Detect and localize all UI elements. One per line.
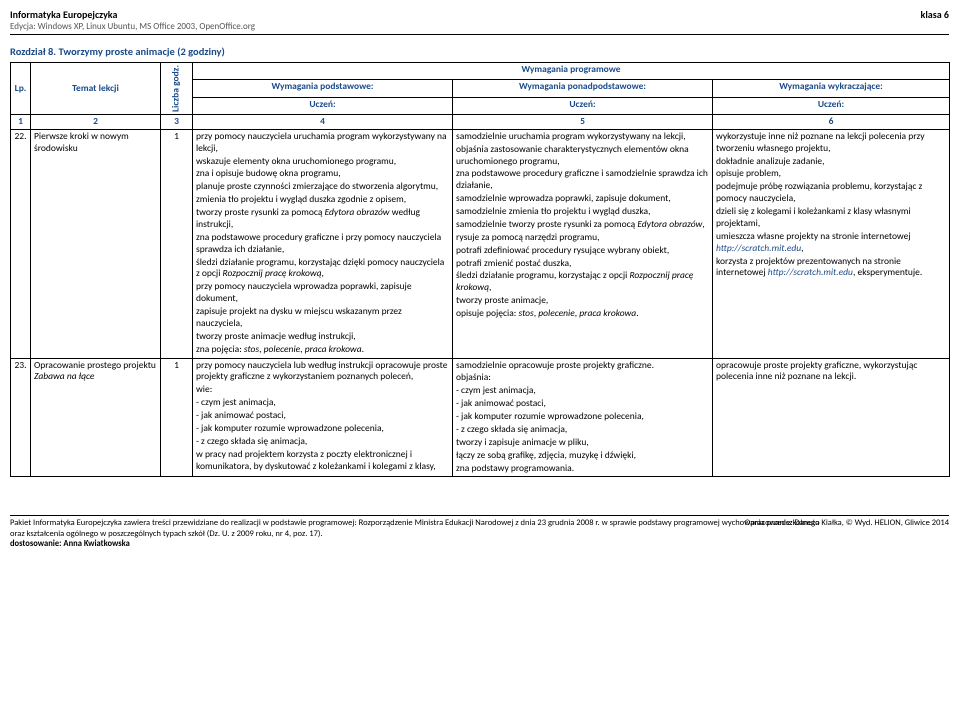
th-n3: 3 — [161, 114, 193, 129]
footer-line-2: dostosowanie: Anna Kwiatkowska — [10, 539, 949, 549]
table-row: 22.Pierwsze kroki w nowym środowisku1prz… — [11, 129, 950, 358]
th-uczen-2: Uczeń: — [453, 97, 713, 114]
doc-title: Informatyka Europejczyka — [10, 8, 255, 21]
th-n6: 6 — [713, 114, 950, 129]
footer-line-1b: oraz kształcenia ogólnego w poszczególny… — [10, 529, 949, 539]
doc-subtitle: Edycja: Windows XP, Linux Ubuntu, MS Off… — [10, 21, 255, 32]
th-podstawowe: Wymagania podstawowe: — [193, 80, 453, 97]
cell-podstawowe: przy pomocy nauczyciela lub według instr… — [193, 358, 453, 477]
chapter-title: Rozdział 8. Tworzymy proste animacje (2 … — [10, 45, 949, 58]
th-n5: 5 — [453, 114, 713, 129]
cell-wykracz: opracowuje proste projekty graficzne, wy… — [713, 358, 950, 477]
th-topic: Temat lekcji — [31, 63, 161, 115]
page-footer: Pakiet Informatyka Europejczyka zawiera … — [10, 515, 949, 549]
cell-ponad: samodzielnie uruchamia program wykorzyst… — [453, 129, 713, 358]
th-programowe: Wymagania programowe — [193, 63, 950, 80]
th-uczen-1: Uczeń: — [193, 97, 453, 114]
cell-hours: 1 — [161, 358, 193, 477]
cell-topic: Opracowanie prostego projektu Zabawa na … — [31, 358, 161, 477]
th-n4: 4 — [193, 114, 453, 129]
cell-topic: Pierwsze kroki w nowym środowisku — [31, 129, 161, 358]
cell-lp: 22. — [11, 129, 31, 358]
page-header: Informatyka Europejczyka Edycja: Windows… — [10, 8, 949, 35]
th-n1: 1 — [11, 114, 31, 129]
table-row: 23.Opracowanie prostego projektu Zabawa … — [11, 358, 950, 477]
cell-wykracz: wykorzystuje inne niż poznane na lekcji … — [713, 129, 950, 358]
class-label: klasa 6 — [921, 8, 949, 32]
th-n2: 2 — [31, 114, 161, 129]
lesson-table: Lp. Temat lekcji Liczba godz. Wymagania … — [10, 62, 950, 477]
title-block: Informatyka Europejczyka Edycja: Windows… — [10, 8, 255, 32]
th-hours: Liczba godz. — [161, 63, 193, 115]
th-wykracz: Wymagania wykraczające: — [713, 80, 950, 97]
th-lp: Lp. — [11, 63, 31, 115]
th-ponad: Wymagania ponadpodstawowe: — [453, 80, 713, 97]
cell-hours: 1 — [161, 129, 193, 358]
th-uczen-3: Uczeń: — [713, 97, 950, 114]
cell-lp: 23. — [11, 358, 31, 477]
cell-ponad: samodzielnie opracowuje proste projekty … — [453, 358, 713, 477]
footer-right: Opracowanie: Danuta Kiałka, © Wyd. HELIO… — [745, 518, 949, 528]
cell-podstawowe: przy pomocy nauczyciela uruchamia progra… — [193, 129, 453, 358]
